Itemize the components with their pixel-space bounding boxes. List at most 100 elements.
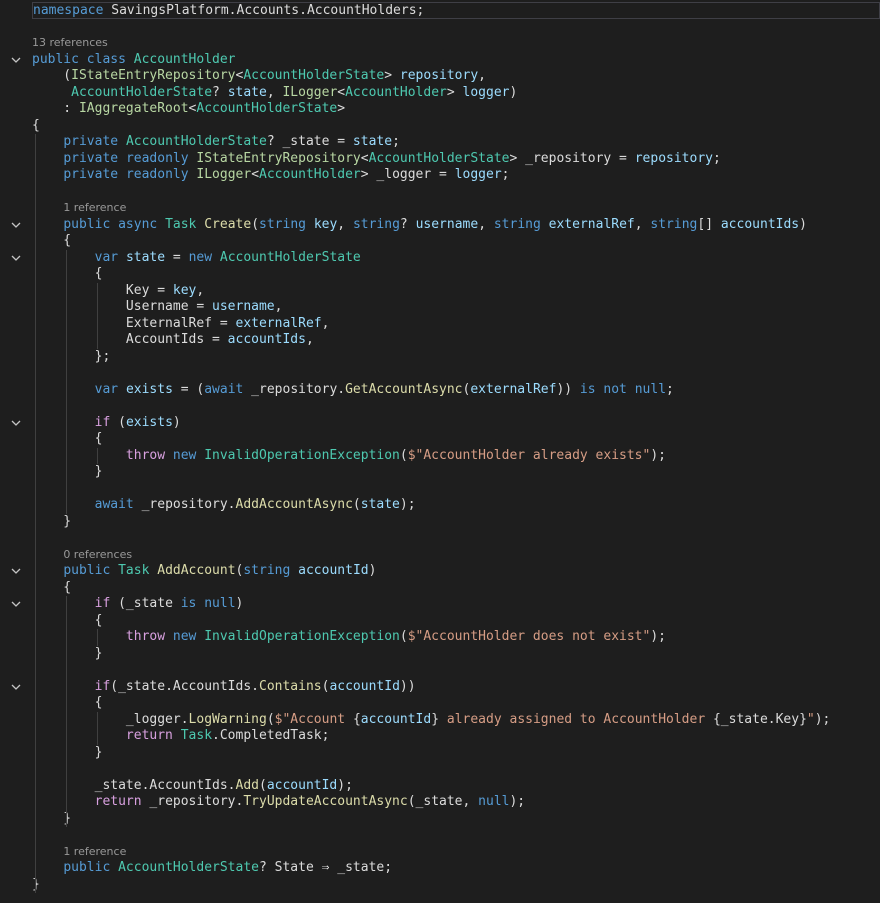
code-token: {_state.Key} bbox=[712, 711, 807, 727]
code-token: ( bbox=[32, 68, 72, 83]
code-line: (IStateEntryRepository<AccountHolderStat… bbox=[32, 68, 878, 85]
code-token: string bbox=[493, 216, 541, 232]
fold-chevron-icon[interactable] bbox=[9, 251, 23, 265]
code-token: await bbox=[204, 381, 244, 397]
code-token: }; bbox=[32, 348, 111, 364]
codelens-link[interactable]: 1 reference bbox=[63, 845, 126, 858]
code-token: [] bbox=[697, 216, 721, 232]
code-line: { bbox=[32, 118, 878, 135]
indent-guide bbox=[97, 711, 99, 745]
codelens-link[interactable]: 1 reference bbox=[63, 201, 126, 214]
code-token: _state.AccountIds. bbox=[32, 777, 236, 793]
code-line: } bbox=[32, 464, 878, 481]
fold-chevron-icon[interactable] bbox=[9, 680, 23, 694]
code-token: AccountHolder bbox=[133, 51, 236, 67]
code-token: null bbox=[478, 794, 510, 809]
codelens-link[interactable]: 13 references bbox=[32, 36, 108, 49]
code-token: ; bbox=[666, 381, 674, 397]
code-token: " bbox=[806, 711, 815, 727]
code-token: , bbox=[478, 216, 494, 232]
code-token: IStateEntryRepository bbox=[71, 68, 236, 83]
code-token: return bbox=[94, 794, 142, 809]
code-token: < bbox=[251, 167, 260, 182]
code-token: already assigned to AccountHolder bbox=[439, 711, 713, 727]
code-token: if bbox=[94, 678, 111, 694]
code-area[interactable]: namespace SavingsPlatform.Accounts.Accou… bbox=[32, 0, 880, 903]
code-token: { bbox=[32, 612, 103, 628]
code-token: ) bbox=[235, 596, 244, 611]
code-token: exists bbox=[125, 414, 173, 430]
code-line: public AccountHolderState? State ⇒ _stat… bbox=[32, 860, 878, 877]
codelens-references: 13 references bbox=[32, 35, 878, 52]
fold-chevron-icon[interactable] bbox=[9, 416, 23, 430]
code-token: ( bbox=[399, 629, 408, 644]
codelens-references: 0 references bbox=[32, 547, 878, 564]
fold-chevron-icon[interactable] bbox=[9, 598, 23, 612]
code-token: > bbox=[337, 101, 346, 116]
code-line: ExternalRef = externalRef, bbox=[32, 316, 878, 333]
code-token: Task bbox=[118, 563, 150, 578]
code-token: ); bbox=[337, 777, 353, 793]
code-token: $"Account bbox=[274, 711, 353, 727]
code-editor[interactable]: namespace SavingsPlatform.Accounts.Accou… bbox=[0, 0, 880, 903]
code-token: (_state bbox=[110, 596, 181, 611]
fold-gutter bbox=[0, 0, 32, 903]
code-token: , bbox=[266, 84, 283, 100]
code-token: > bbox=[384, 68, 400, 83]
code-token: ; bbox=[713, 150, 721, 166]
code-token: private bbox=[63, 150, 119, 166]
code-token: ; bbox=[501, 167, 510, 182]
code-token: accountIds bbox=[720, 216, 800, 232]
code-line: return Task.CompletedTask; bbox=[32, 728, 878, 745]
code-line: } bbox=[32, 646, 878, 663]
code-token: logger bbox=[462, 84, 510, 100]
code-token: ); bbox=[650, 447, 666, 463]
code-token: throw bbox=[125, 629, 166, 644]
code-token: state bbox=[352, 134, 393, 149]
fold-chevron-icon[interactable] bbox=[9, 53, 23, 67]
code-token: ); bbox=[814, 711, 831, 727]
fold-chevron-icon[interactable] bbox=[9, 565, 23, 579]
code-token: , bbox=[634, 216, 651, 232]
code-line: var exists = (await _repository.GetAccou… bbox=[32, 382, 878, 399]
codelens-link[interactable]: 0 references bbox=[63, 548, 132, 561]
code-line: { bbox=[32, 580, 878, 597]
code-token: AccountIds = bbox=[32, 332, 228, 347]
code-token: AddAccountAsync bbox=[235, 497, 353, 512]
code-token: AccountHolderState bbox=[243, 68, 385, 83]
code-token: TryUpdateAccountAsync bbox=[243, 794, 408, 809]
code-line: } bbox=[32, 877, 878, 894]
code-line: namespace SavingsPlatform.Accounts.Accou… bbox=[32, 2, 880, 19]
code-token: _logger. bbox=[32, 711, 189, 727]
code-token: var bbox=[94, 381, 119, 397]
code-token: await bbox=[94, 497, 134, 512]
code-line: await _repository.AddAccountAsync(state)… bbox=[32, 497, 878, 514]
code-token: readonly bbox=[125, 150, 189, 166]
fold-chevron-icon[interactable] bbox=[9, 218, 23, 232]
code-token: externalRef bbox=[548, 216, 635, 232]
code-token: throw bbox=[125, 447, 166, 463]
code-token: Contains bbox=[259, 678, 322, 694]
code-token: , bbox=[321, 315, 330, 331]
code-line: throw new InvalidOperationException($"Ac… bbox=[32, 448, 878, 465]
code-token: Add bbox=[235, 777, 259, 793]
code-token: } bbox=[32, 464, 103, 479]
